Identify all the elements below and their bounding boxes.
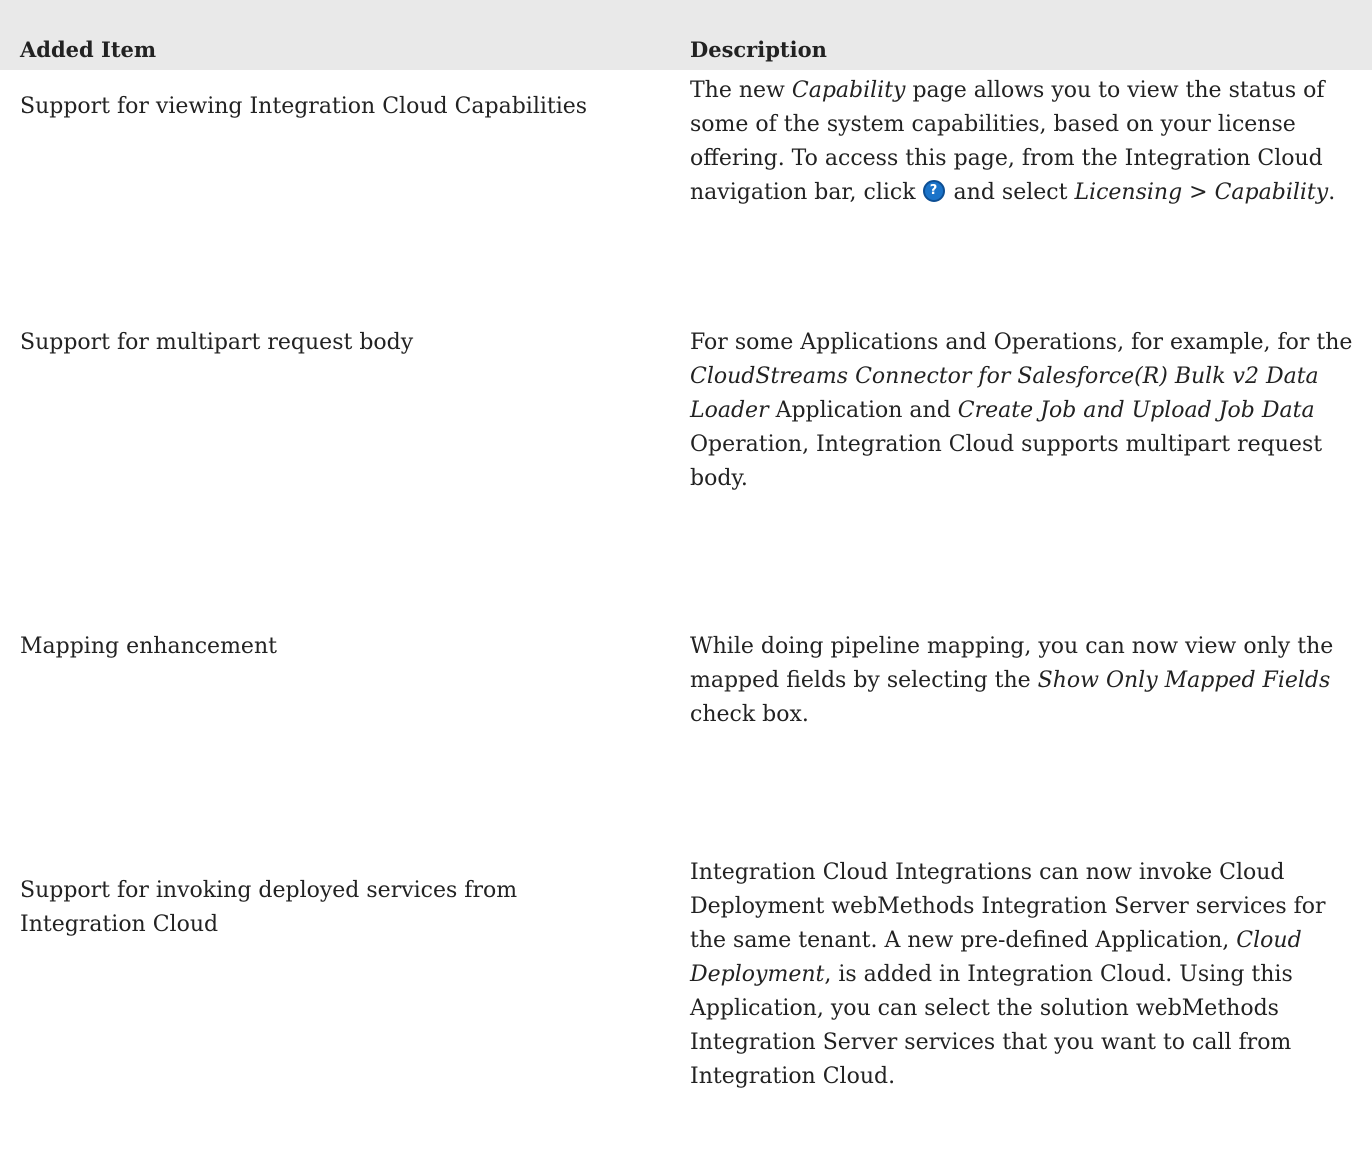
- description-text: .: [1328, 180, 1336, 205]
- description-cell: The new Capability page allows you to vi…: [690, 74, 1360, 210]
- added-item-cell: Support for multipart request body: [20, 330, 414, 355]
- description-emphasis: Show Only Mapped Fields: [1037, 668, 1331, 693]
- description-cell: While doing pipeline mapping, you can no…: [690, 630, 1360, 732]
- description-cell: Integration Cloud Integrations can now i…: [690, 856, 1360, 1094]
- added-item-cell: Support for viewing Integration Cloud Ca…: [20, 94, 588, 119]
- description-emphasis: Capability: [1214, 180, 1329, 205]
- column-header-description: Description: [690, 37, 827, 62]
- description-text: Application and: [768, 398, 958, 423]
- description-cell: For some Applications and Operations, fo…: [690, 326, 1360, 496]
- description-emphasis: Capability: [791, 78, 906, 103]
- description-text: >: [1182, 180, 1215, 205]
- description-text: For some Applications and Operations, fo…: [690, 330, 1353, 355]
- description-text: Operation, Integration Cloud supports mu…: [690, 432, 1323, 491]
- help-icon: ?: [922, 180, 945, 202]
- description-emphasis: Create Job and Upload Job Data: [957, 398, 1315, 423]
- added-item-cell: Support for invoking deployed services f…: [20, 878, 518, 937]
- table-header-row: Added Item Description: [0, 34, 1372, 70]
- added-item-cell: Mapping enhancement: [20, 634, 277, 659]
- column-header-added-item: Added Item: [20, 37, 157, 62]
- description-text: and select: [946, 180, 1075, 205]
- description-text: Integration Cloud Integrations can now i…: [690, 860, 1326, 953]
- description-text: The new: [690, 78, 792, 103]
- description-emphasis: Licensing: [1074, 180, 1183, 205]
- description-text: check box.: [690, 702, 809, 727]
